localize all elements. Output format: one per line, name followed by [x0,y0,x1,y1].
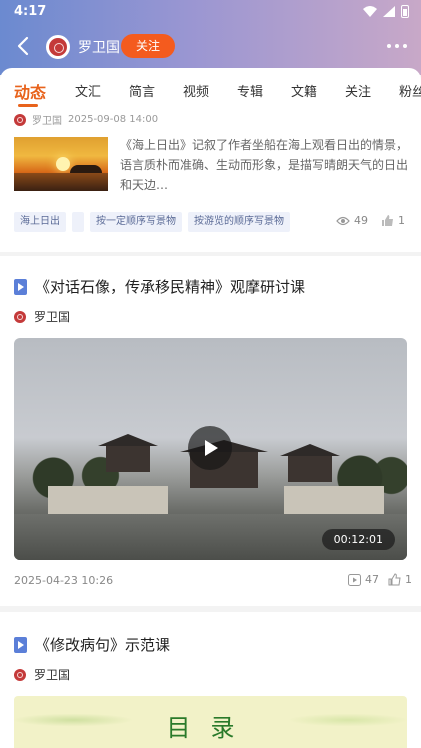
wifi-icon [363,6,377,17]
thumbs-up-icon [382,215,393,226]
signal-icon [383,6,395,17]
post-date: 2025-04-23 10:26 [14,574,114,587]
sunrise-thumbnail[interactable] [14,137,108,191]
video-doc-icon [14,636,27,653]
account-name[interactable]: 罗卫国 [78,37,120,57]
like-count-value: 1 [398,214,405,227]
tag-list: 海上日出 按一定顺序写景物 按游览的顺序写景物 [14,212,290,232]
eye-icon [336,216,350,225]
play-count-value: 47 [365,573,379,586]
video-duration: 00:12:01 [321,529,395,550]
tab-wenhui[interactable]: 文汇 [75,81,101,100]
status-icons [363,5,409,18]
battery-icon [401,5,409,18]
tag[interactable]: 按一定顺序写景物 [90,212,182,232]
tag[interactable]: 海上日出 [14,212,66,232]
like-count-value: 1 [405,573,412,586]
item-author: 罗卫国 [14,308,70,325]
tab-books[interactable]: 文籍 [291,81,317,100]
author-avatar-icon [14,668,26,681]
tab-fans[interactable]: 粉丝 [399,81,421,100]
author-name: 罗卫国 [34,668,71,682]
author-name: 罗卫国 [32,116,62,127]
tab-bar: 动态 文汇 简言 视频 专辑 文籍 关注 粉丝 [0,68,421,112]
feed-item[interactable]: 《对话石像，传承移民精神》观摩研讨课 罗卫国 00:12:01 2025-04-… [0,256,421,606]
video-player[interactable]: 00:12:01 [14,338,407,560]
status-time: 4:17 [14,4,47,19]
item-title[interactable]: 《对话石像，传承移民精神》观摩研讨课 [35,276,305,297]
tab-dynamics[interactable]: 动态 [14,79,46,103]
item-description: 《海上日出》记叙了作者坐船在海上观看日出的情景，语言质朴而准确、生动而形象，是描… [120,138,408,192]
thumbs-up-icon [388,573,401,586]
play-icon[interactable] [188,426,232,470]
tag[interactable] [72,212,84,232]
view-count: 49 [336,214,368,227]
play-count-icon [348,573,361,586]
cover-title: 目录 [166,714,255,742]
tag[interactable]: 按游览的顺序写景物 [188,212,290,232]
like-count[interactable]: 1 [388,573,412,586]
back-icon[interactable] [12,34,36,58]
item-title-row[interactable]: 《修改病句》示范课 [14,634,170,655]
more-icon[interactable] [387,44,407,48]
tab-following[interactable]: 关注 [345,81,371,100]
top-nav: 罗卫国 关注 [0,28,421,64]
tab-jianyan[interactable]: 简言 [129,81,155,100]
item-title[interactable]: 《修改病句》示范课 [35,634,170,655]
author-name: 罗卫国 [34,310,71,324]
follow-button[interactable]: 关注 [121,34,175,58]
feed-item[interactable]: 罗卫国 2025-09-08 14:00 《海上日出》记叙了作者坐船在海上观看日… [0,112,421,252]
play-count: 47 [348,573,379,586]
item-cover-image[interactable]: 目录 [14,696,407,748]
status-bar: 4:17 [0,0,421,24]
item-title-row[interactable]: 《对话石像，传承移民精神》观摩研讨课 [14,276,305,297]
author-avatar-icon [14,310,26,323]
item-meta: 罗卫国 2025-09-08 14:00 [14,112,158,127]
tab-albums[interactable]: 专辑 [237,81,263,100]
tab-videos[interactable]: 视频 [183,81,209,100]
avatar[interactable] [46,35,70,59]
item-author: 罗卫国 [14,666,70,683]
video-doc-icon [14,278,27,295]
author-avatar-icon [14,113,26,126]
like-count[interactable]: 1 [381,214,405,227]
feed-item[interactable]: 《修改病句》示范课 罗卫国 目录 [0,612,421,748]
app-header: 4:17 罗卫国 关注 [0,0,421,75]
seal-logo-icon [49,38,67,56]
post-date: 2025-09-08 14:00 [68,114,159,125]
active-tab-indicator [18,104,38,107]
view-count-value: 49 [354,214,368,227]
